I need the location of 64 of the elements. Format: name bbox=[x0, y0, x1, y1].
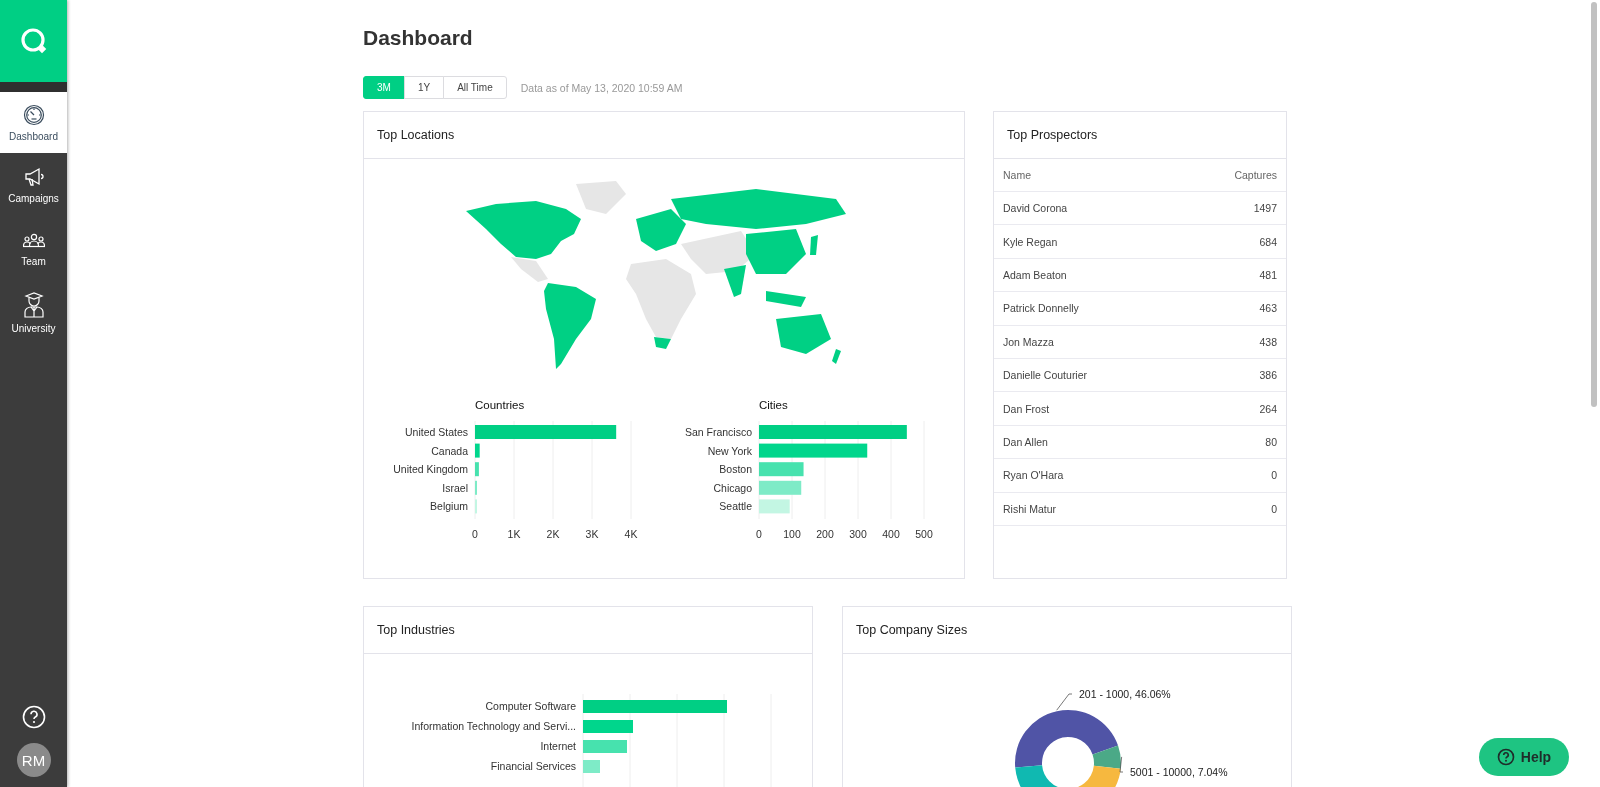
axis-tick-label: 1K bbox=[507, 528, 521, 540]
bar-label: San Francisco bbox=[684, 426, 752, 438]
chart-title: Countries bbox=[475, 399, 525, 411]
card-title: Top Industries bbox=[377, 623, 455, 637]
page-title: Dashboard bbox=[363, 25, 474, 51]
axis-tick-label: 4K bbox=[624, 528, 638, 540]
table-cell: Patrick Donnelly bbox=[1003, 302, 1079, 315]
bar-label: New York bbox=[707, 444, 752, 457]
table-cell: Rishi Matur bbox=[1003, 502, 1057, 515]
table-cell: 386 bbox=[1259, 369, 1277, 382]
bar-label: Financial Services bbox=[490, 760, 576, 772]
bar-label: Seattle bbox=[719, 500, 752, 513]
table-cell: 0 bbox=[1271, 469, 1277, 482]
chart-title: Cities bbox=[759, 399, 788, 411]
table-cell: 264 bbox=[1259, 402, 1277, 415]
table-cell: 481 bbox=[1259, 268, 1277, 281]
bar-label: United Kingdom bbox=[393, 463, 468, 476]
range-tab[interactable]: 1Y bbox=[403, 76, 445, 99]
axis-tick-label: 3K bbox=[585, 528, 599, 540]
table-cell: Ryan O'Hara bbox=[1003, 469, 1064, 482]
table-cell: 1497 bbox=[1253, 202, 1277, 215]
sidebar-item[interactable]: University bbox=[0, 281, 67, 345]
bar-label: Israel bbox=[442, 481, 468, 494]
card-title: Top Prospectors bbox=[1007, 128, 1098, 142]
axis-tick-label: 300 bbox=[849, 528, 867, 540]
table-cell: Jon Mazza bbox=[1003, 335, 1054, 348]
bar-label: Belgium bbox=[430, 500, 468, 513]
table-cell: Dan Frost bbox=[1003, 402, 1050, 415]
bar-label: Boston bbox=[719, 463, 752, 476]
axis-tick-label: 100 bbox=[783, 528, 801, 540]
table-cell: David Corona bbox=[1003, 202, 1068, 215]
axis-tick-label: 400 bbox=[882, 528, 900, 540]
table-cell: 463 bbox=[1259, 302, 1277, 315]
data-timestamp: Data as of May 13, 2020 10:59 AM bbox=[520, 81, 683, 94]
sidebar-item[interactable]: Team bbox=[0, 217, 67, 281]
table-cell: 0 bbox=[1271, 502, 1277, 515]
sidebar-item[interactable]: Dashboard bbox=[0, 92, 67, 153]
slice-label: 201 - 1000, 46.06% bbox=[1079, 688, 1171, 700]
axis-tick-label: 0 bbox=[756, 528, 762, 540]
axis-tick-label: 500 bbox=[915, 528, 933, 540]
table-cell: Adam Beaton bbox=[1003, 268, 1067, 281]
table-cell: 80 bbox=[1265, 435, 1277, 448]
bar-label: Information Technology and Servi... bbox=[411, 720, 576, 732]
table-cell: 684 bbox=[1259, 235, 1277, 248]
sidebar-item[interactable]: Campaigns bbox=[0, 153, 67, 217]
axis-tick-label: 200 bbox=[816, 528, 834, 540]
bar-label: Computer Software bbox=[485, 700, 576, 712]
bar-label: Chicago bbox=[713, 481, 752, 494]
range-tab[interactable]: All Time bbox=[443, 76, 507, 99]
axis-tick-label: 2K bbox=[546, 528, 560, 540]
table-cell: Kyle Regan bbox=[1003, 235, 1058, 248]
table-cell: 438 bbox=[1259, 335, 1277, 348]
bar-label: United States bbox=[404, 426, 468, 438]
table-cell: Dan Allen bbox=[1003, 435, 1048, 448]
card-title: Top Locations bbox=[377, 128, 455, 142]
slice-label: 5001 - 10000, 7.04% bbox=[1130, 766, 1228, 778]
axis-tick-label: 0 bbox=[472, 528, 478, 540]
column-header: Name bbox=[1003, 169, 1031, 181]
column-header: Captures bbox=[1234, 169, 1277, 181]
help-button[interactable]: Help bbox=[1479, 738, 1569, 776]
table-cell: Danielle Couturier bbox=[1003, 369, 1088, 382]
card-title: Top Company Sizes bbox=[856, 623, 968, 637]
bar-label: Internet bbox=[540, 740, 576, 752]
bar-label: Canada bbox=[431, 444, 468, 457]
